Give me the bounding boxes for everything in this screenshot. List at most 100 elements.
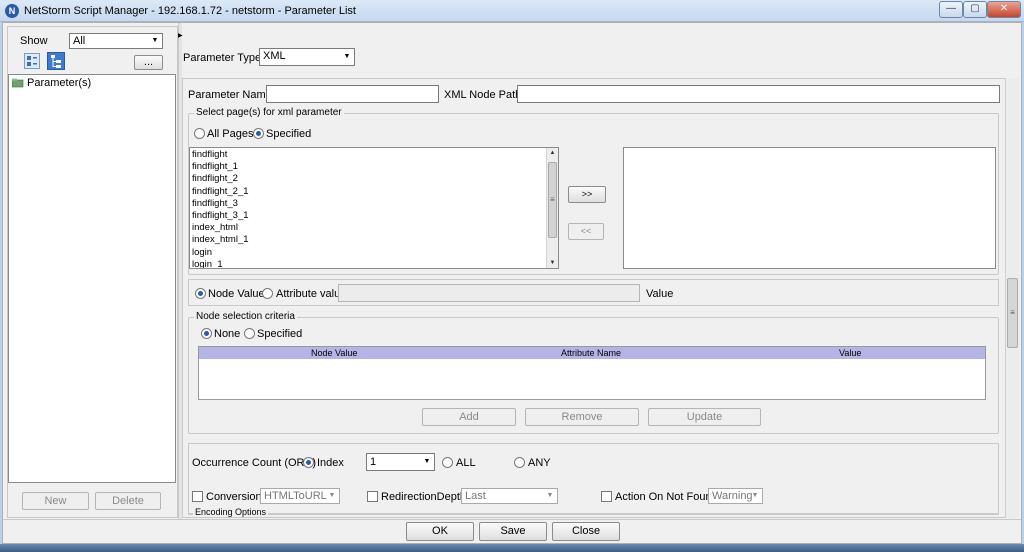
attribute-value-label: Attribute value xyxy=(276,288,347,300)
action-not-found-value: Warning xyxy=(712,490,753,502)
chevron-down-icon: ▼ xyxy=(343,53,351,60)
scroll-down-icon[interactable]: ▼ xyxy=(547,258,558,268)
maximize-button[interactable]: ▢ xyxy=(963,1,987,18)
conversion-select[interactable]: HTMLToURL ▼ xyxy=(260,488,340,504)
criteria-table[interactable]: Node Value Attribute Name Value xyxy=(198,346,986,400)
criteria-update-button[interactable]: Update xyxy=(648,408,761,426)
available-pages-items: findflight findflight_1 findflight_2 findfl… xyxy=(190,148,558,268)
index-select[interactable]: 1 ▼ xyxy=(366,453,435,471)
index-label: Index xyxy=(317,457,344,469)
pages-list-scrollbar[interactable]: ▲ ≡ ▼ xyxy=(546,148,558,268)
occurrence-count-label: Occurrence Count (ORD) xyxy=(192,457,317,469)
column-header-attribute-name: Attribute Name xyxy=(561,348,622,358)
attribute-value-input[interactable] xyxy=(338,284,640,302)
node-value-label: Node Value xyxy=(208,288,265,300)
action-not-found-select[interactable]: Warning ▼ xyxy=(708,488,763,504)
specified-pages-radio[interactable] xyxy=(253,128,264,139)
show-select[interactable]: All ▼ xyxy=(69,33,163,49)
form-scrollbar[interactable]: ≡ xyxy=(1005,78,1019,518)
list-item[interactable]: findflight_2_1 xyxy=(190,186,558,198)
parameter-tree[interactable]: Parameter(s) xyxy=(8,74,176,483)
list-item[interactable]: findflight_1 xyxy=(190,161,558,173)
list-item[interactable]: index_html xyxy=(190,222,558,234)
chevron-down-icon: ▼ xyxy=(751,492,759,499)
column-header-node-value: Node Value xyxy=(311,348,358,358)
chevron-down-icon: ▼ xyxy=(546,492,554,499)
redirection-depth-select[interactable]: Last ▼ xyxy=(461,488,558,504)
parameter-type-value: XML xyxy=(263,50,286,62)
index-radio[interactable] xyxy=(303,457,314,468)
node-value-radio[interactable] xyxy=(195,288,206,299)
scroll-up-icon[interactable]: ▲ xyxy=(547,148,558,158)
list-item[interactable]: findflight_3 xyxy=(190,198,558,210)
ok-button[interactable]: OK xyxy=(406,522,474,541)
list-item[interactable]: login_1 xyxy=(190,259,558,268)
criteria-specified-radio[interactable] xyxy=(244,328,255,339)
redirection-depth-value: Last xyxy=(465,490,486,502)
save-button[interactable]: Save xyxy=(479,522,547,541)
xml-node-path-input[interactable] xyxy=(517,85,1000,103)
conversion-checkbox[interactable] xyxy=(192,491,203,502)
criteria-remove-button[interactable]: Remove xyxy=(525,408,639,426)
available-pages-list[interactable]: findflight findflight_1 findflight_2 findfl… xyxy=(189,147,559,269)
action-not-found-label: Action On Not Found xyxy=(615,491,718,503)
tree-view-icon[interactable] xyxy=(47,52,65,70)
taskbar xyxy=(0,544,1024,552)
list-item[interactable]: findflight xyxy=(190,149,558,161)
any-occurrence-radio[interactable] xyxy=(514,457,525,468)
title-bar: N NetStorm Script Manager - 192.168.1.72… xyxy=(0,0,1024,22)
add-page-button[interactable]: >> xyxy=(568,186,606,203)
close-window-button[interactable]: ✕ xyxy=(987,1,1021,18)
criteria-table-header: Node Value Attribute Name Value xyxy=(199,347,985,359)
delete-button[interactable]: Delete xyxy=(95,492,161,510)
more-button[interactable]: ... xyxy=(134,55,163,70)
specified-pages-label: Specified xyxy=(266,128,312,140)
chevron-down-icon: ▼ xyxy=(328,492,336,499)
all-occurrence-label: ALL xyxy=(456,457,476,469)
list-item[interactable]: login xyxy=(190,247,558,259)
show-select-value: All xyxy=(73,35,86,47)
tree-root-label: Parameter(s) xyxy=(27,77,92,89)
conversion-label: Conversion xyxy=(206,491,262,503)
index-select-value: 1 xyxy=(370,456,377,468)
all-pages-radio[interactable] xyxy=(194,128,205,139)
minimize-button[interactable]: — xyxy=(939,1,963,18)
chevron-down-icon: ▼ xyxy=(151,37,159,44)
encoding-options-group: Encoding Options xyxy=(188,508,999,518)
show-label: Show xyxy=(20,35,48,47)
xml-node-path-label: XML Node Path xyxy=(444,89,522,101)
selected-pages-list[interactable] xyxy=(623,147,996,269)
parameter-name-label: Parameter Name xyxy=(188,89,272,101)
parameter-type-label: Parameter Type : xyxy=(183,52,268,64)
attribute-value-radio[interactable] xyxy=(262,288,273,299)
flat-view-icon[interactable] xyxy=(24,53,40,69)
redirection-depth-checkbox[interactable] xyxy=(367,491,378,502)
close-button[interactable]: Close xyxy=(552,522,620,541)
scroll-thumb[interactable]: ≡ xyxy=(548,162,557,238)
criteria-specified-label: Specified xyxy=(257,328,303,340)
scroll-thumb[interactable]: ≡ xyxy=(1007,278,1018,348)
chevron-down-icon: ▼ xyxy=(423,458,431,465)
pages-group-title: Select page(s) for xml parameter xyxy=(194,107,344,118)
all-occurrence-radio[interactable] xyxy=(442,457,453,468)
criteria-none-label: None xyxy=(214,328,241,340)
criteria-none-radio[interactable] xyxy=(201,328,212,339)
list-item[interactable]: index_html_1 xyxy=(190,234,558,246)
app-icon: N xyxy=(5,4,19,18)
criteria-add-button[interactable]: Add xyxy=(422,408,516,426)
redirection-depth-label: RedirectionDepth xyxy=(381,491,466,503)
parameter-type-select[interactable]: XML ▼ xyxy=(259,48,355,66)
list-item[interactable]: findflight_2 xyxy=(190,173,558,185)
folder-icon xyxy=(11,78,24,88)
list-item[interactable]: findflight_3_1 xyxy=(190,210,558,222)
action-not-found-checkbox[interactable] xyxy=(601,491,612,502)
parameter-name-input[interactable] xyxy=(266,85,439,103)
occurrence-panel xyxy=(188,443,999,515)
remove-page-button[interactable]: << xyxy=(568,223,604,240)
encoding-options-title: Encoding Options xyxy=(193,507,269,517)
window-client-area: Show All ▼ ... Parameter(s) New Delete ▶… xyxy=(2,22,1022,544)
conversion-select-value: HTMLToURL xyxy=(264,490,327,502)
new-button[interactable]: New xyxy=(22,492,89,510)
column-header-value: Value xyxy=(839,348,862,358)
window-title: NetStorm Script Manager - 192.168.1.72 -… xyxy=(24,5,356,17)
